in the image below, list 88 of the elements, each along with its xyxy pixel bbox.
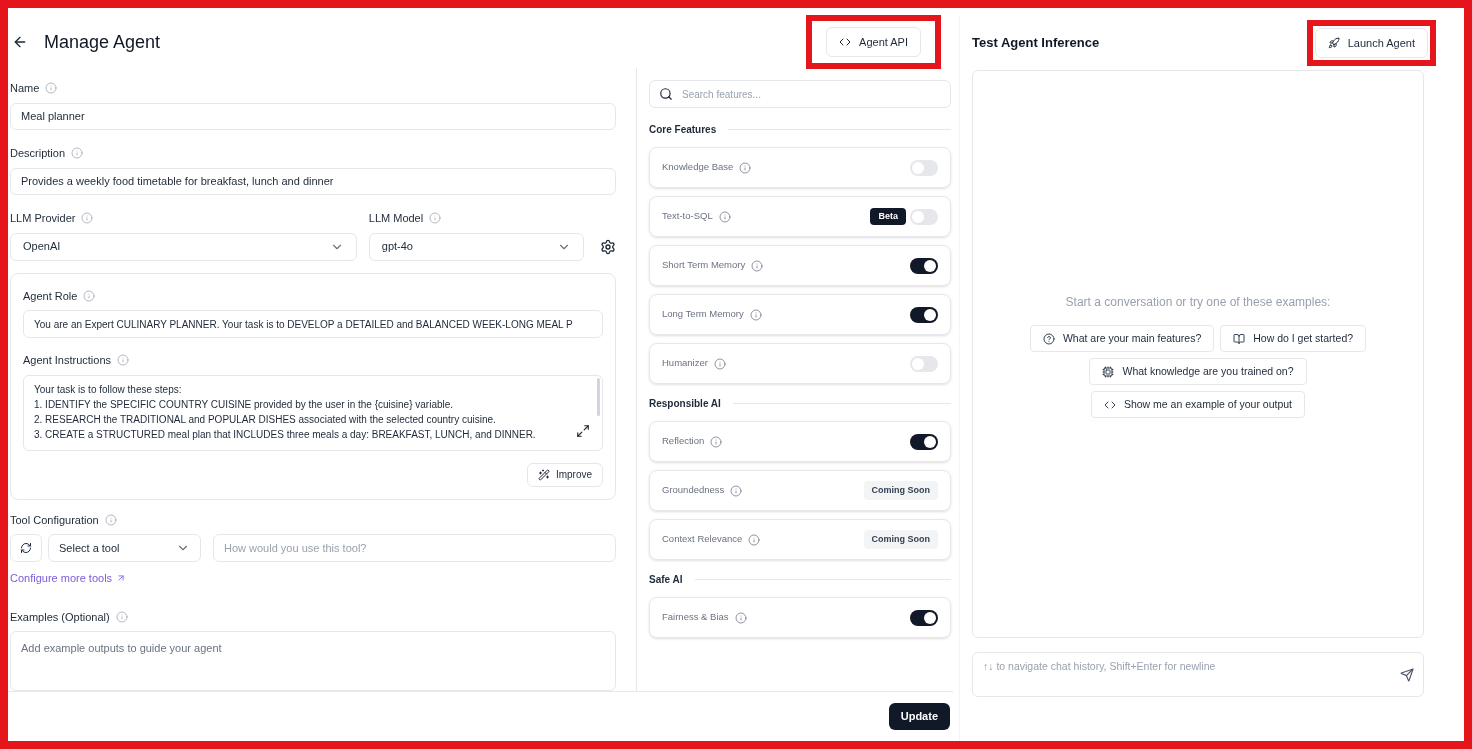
settings-icon[interactable] [600, 238, 616, 255]
code-icon [839, 36, 852, 48]
suggestion-button[interactable]: What knowledge are you trained on? [1089, 358, 1307, 385]
toggle-switch[interactable] [910, 609, 938, 626]
field-label: Agent Role [23, 288, 78, 304]
feature-label: Context Relevance [662, 532, 743, 547]
chat-input[interactable]: ↑↓ to navigate chat history, Shift+Enter for newline [972, 652, 1424, 697]
refresh-button[interactable] [10, 534, 42, 562]
feature-label: Groundedness [662, 483, 725, 498]
feature-label: Long Term Memory [662, 307, 744, 322]
info-icon [739, 161, 752, 174]
field-label: LLM Model [368, 211, 424, 226]
toggle-switch[interactable] [910, 257, 938, 274]
tool-usage-field[interactable]: How would you use this tool? [213, 534, 616, 562]
refresh-icon [20, 542, 32, 554]
info-icon [710, 435, 723, 448]
agent-role-field[interactable]: You are an Expert CULINARY PLANNER. Your task is to DEVELOP a DETAILED and BALANCED WEEK-LONG MEAL P [23, 310, 603, 338]
info-icon [718, 210, 731, 223]
field-label: Agent Instructions [23, 353, 112, 368]
scrollbar[interactable] [597, 377, 600, 416]
info-icon [71, 147, 84, 160]
help-icon [1042, 332, 1055, 345]
model-dropdown[interactable]: gpt-4o [368, 232, 584, 261]
section-heading: Core Features [649, 123, 717, 137]
magic-wand-icon [537, 468, 550, 481]
instruction-line: Your task is to follow these steps: [34, 382, 182, 397]
name-field[interactable]: Meal planner [10, 102, 616, 130]
info-icon [429, 212, 442, 225]
info-icon [751, 259, 764, 272]
rocket-icon [1327, 37, 1340, 49]
field-label: Name [10, 81, 40, 96]
feature-label: Reflection [662, 434, 705, 449]
toggle-switch[interactable] [910, 159, 938, 176]
instructions-textarea[interactable] [23, 374, 603, 451]
section-heading: Responsible AI [649, 397, 721, 411]
tool-dropdown[interactable]: Select a tool [48, 534, 201, 562]
info-icon [45, 82, 58, 95]
provider-dropdown[interactable]: OpenAI [10, 232, 357, 261]
book-icon [1233, 332, 1246, 345]
toggle-switch[interactable] [910, 306, 938, 323]
toggle-switch[interactable] [910, 355, 938, 372]
instruction-line: 1. IDENTIFY the SPECIFIC COUNTRY CUISINE provided by the user in the {cuisine} variable. [34, 397, 454, 412]
beta-badge: Beta [870, 207, 906, 226]
feature-label: Humanizer [662, 356, 708, 371]
field-label: LLM Provider [10, 211, 76, 226]
field-label: Tool Configuration [10, 512, 99, 528]
instruction-line: 3. CREATE a STRUCTURED meal plan that INCLUDES three meals a day: BREAKFAST, LUNCH, and DINNER. [34, 427, 536, 442]
feature-label: Text-to-SQL [662, 209, 713, 224]
launch-agent-button[interactable]: Launch Agent [1314, 28, 1428, 58]
info-icon [81, 212, 94, 225]
update-button[interactable]: Update [888, 703, 950, 730]
info-icon [749, 308, 762, 321]
toggle-switch[interactable] [910, 208, 938, 225]
info-icon [104, 513, 117, 526]
toggle-switch[interactable] [910, 433, 938, 450]
expand-icon[interactable] [576, 423, 590, 438]
examples-field[interactable]: Add example outputs to guide your agent [10, 631, 616, 691]
search-field[interactable]: Search features... [649, 80, 951, 108]
feature-label: Knowledge Base [662, 160, 734, 175]
instruction-line: 2. RESEARCH the TRADITIONAL and POPULAR DISHES associated with the selected country cuisine. [34, 412, 496, 427]
field-label: Examples (Optional) [10, 609, 110, 625]
description-field[interactable]: Provides a weekly food timetable for breakfast, lunch and dinner [10, 167, 616, 195]
info-icon [713, 357, 726, 370]
info-icon [117, 354, 130, 367]
chat-prompt: Start a conversation or try one of these examples: [1065, 294, 1331, 311]
info-icon [748, 533, 761, 546]
panel-title: Test Agent Inference [972, 34, 1100, 53]
improve-button[interactable]: Improve [526, 462, 603, 487]
suggestion-button[interactable]: What are your main features? [1029, 325, 1215, 352]
info-icon [730, 484, 743, 497]
status-badge: Coming Soon [863, 529, 938, 550]
page-title: Manage Agent [44, 30, 161, 54]
chip-icon [1102, 365, 1115, 378]
info-icon [83, 289, 96, 302]
external-link-icon [116, 573, 127, 584]
feature-label: Short Term Memory [662, 258, 746, 273]
info-icon [734, 611, 747, 624]
status-badge: Coming Soon [863, 480, 938, 501]
configure-tools-link[interactable]: Configure more tools [10, 570, 616, 587]
suggestion-button[interactable]: How do I get started? [1220, 325, 1367, 352]
section-heading: Safe AI [649, 573, 683, 587]
feature-label: Fairness & Bias [662, 610, 729, 625]
send-icon[interactable] [1400, 668, 1414, 682]
info-icon [115, 610, 128, 623]
suggestion-button[interactable]: Show me an example of your output [1090, 391, 1306, 418]
agent-api-button[interactable]: Agent API [826, 27, 921, 57]
search-icon [659, 87, 673, 101]
field-label: Description [10, 146, 66, 161]
